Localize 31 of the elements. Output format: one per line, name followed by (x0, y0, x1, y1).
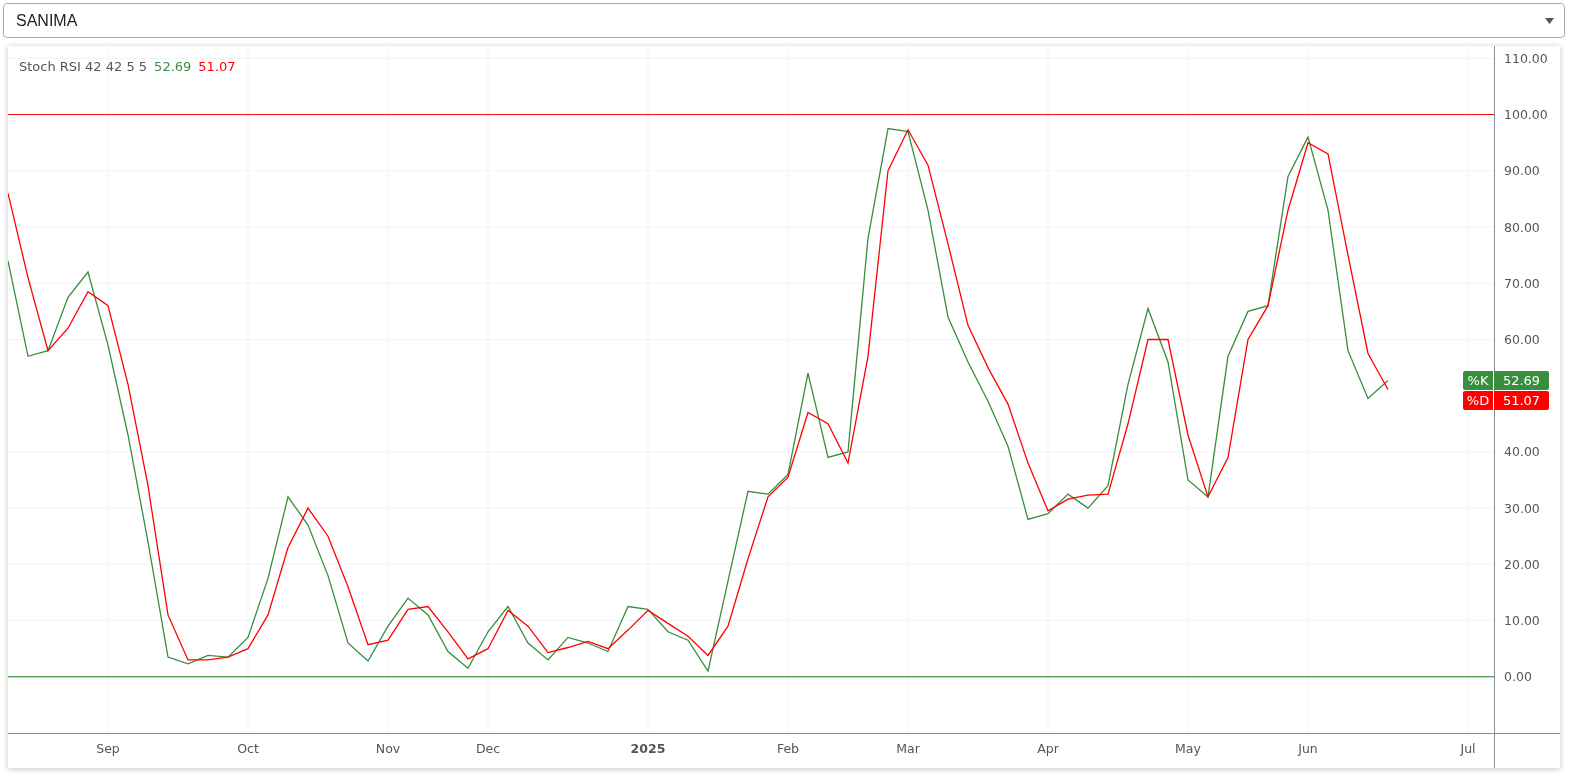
y-axis-label: 10.00 (1504, 613, 1540, 629)
x-axis-label: Dec (475, 741, 501, 756)
y-axis-label: 0.00 (1504, 669, 1532, 685)
symbol-select[interactable]: SANIMA (3, 3, 1565, 38)
caret-icon (1545, 17, 1554, 24)
x-axis-label: Oct (237, 741, 259, 756)
x-axis-label: Jul (1460, 741, 1476, 756)
indicator-name: Stoch RSI 42 42 5 5 (19, 59, 148, 74)
series-tag: %K (1463, 370, 1493, 390)
y-axis-label: 20.00 (1504, 556, 1540, 572)
y-axis-label: 30.00 (1504, 500, 1540, 516)
y-axis-label: 40.00 (1504, 444, 1540, 460)
y-axis-label: 70.00 (1504, 275, 1540, 291)
y-axis-label: 80.00 (1504, 219, 1540, 235)
x-axis-label: Jun (1298, 741, 1318, 756)
value-tag: 51.07 (1494, 390, 1549, 410)
d-value: 51.07 (198, 59, 236, 74)
series-tag: %D (1463, 390, 1493, 410)
x-axis-label: Nov (375, 741, 401, 756)
y-axis-label: 110.00 (1504, 50, 1548, 66)
value-tag: 52.69 (1494, 370, 1549, 390)
y-axis-label: 90.00 (1504, 163, 1540, 179)
x-axis-label: Apr (1037, 741, 1059, 756)
y-axis-label: 100.00 (1504, 107, 1548, 123)
x-axis-label: Sep (96, 741, 120, 756)
k-value: 52.69 (154, 59, 192, 74)
x-axis-label: May (1175, 741, 1201, 756)
x-axis-label: Mar (896, 741, 920, 756)
x-axis-label: Feb (776, 741, 800, 756)
x-axis-label: 2025 (630, 741, 666, 756)
y-axis-label: 60.00 (1504, 331, 1540, 347)
